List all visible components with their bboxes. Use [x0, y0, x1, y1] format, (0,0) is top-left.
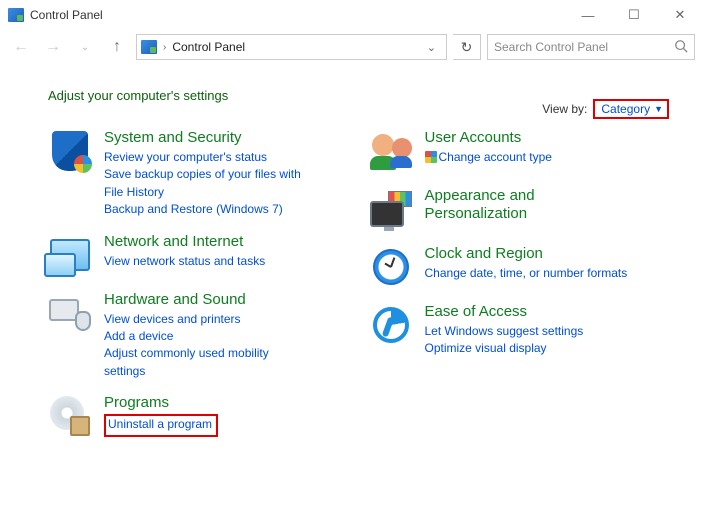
link-uninstall-program[interactable]: Uninstall a program [108, 416, 212, 433]
category-link-system-security[interactable]: System and Security [104, 129, 242, 146]
search-input[interactable] [494, 40, 674, 54]
link-add-device[interactable]: Add a device [104, 328, 304, 345]
clock-icon [369, 245, 413, 289]
maximize-button[interactable]: ☐ [611, 0, 657, 30]
titlebar: Control Panel — ☐ ✕ [0, 0, 703, 30]
navigation-row: ← → ⌄ ↑ › Control Panel ⌄ ↻ [0, 30, 703, 64]
link-suggest-settings[interactable]: Let Windows suggest settings [425, 323, 584, 340]
ease-of-access-icon [369, 303, 413, 347]
address-bar[interactable]: › Control Panel ⌄ [136, 34, 447, 60]
control-panel-icon [8, 8, 24, 22]
minimize-button[interactable]: — [565, 0, 611, 30]
refresh-button[interactable]: ↻ [453, 34, 481, 60]
viewby-value: Category [601, 102, 650, 116]
up-button[interactable]: ↑ [104, 34, 130, 60]
control-panel-icon [141, 40, 157, 54]
link-file-history[interactable]: Save backup copies of your files with Fi… [104, 166, 314, 201]
link-devices-printers[interactable]: View devices and printers [104, 311, 304, 328]
programs-icon [48, 394, 92, 438]
link-date-time-formats[interactable]: Change date, time, or number formats [425, 265, 628, 282]
category-hardware-sound: Hardware and Sound View devices and prin… [48, 291, 349, 381]
category-link-user-accounts[interactable]: User Accounts [425, 129, 522, 146]
chevron-down-icon: ▼ [654, 104, 663, 114]
appearance-icon [369, 187, 413, 231]
hardware-icon [48, 291, 92, 335]
window-title: Control Panel [30, 8, 103, 22]
recent-dropdown[interactable]: ⌄ [72, 34, 98, 60]
category-link-network[interactable]: Network and Internet [104, 233, 243, 250]
category-system-security: System and Security Review your computer… [48, 129, 349, 219]
link-optimize-visual[interactable]: Optimize visual display [425, 340, 584, 357]
forward-button[interactable]: → [40, 34, 66, 60]
right-column: User Accounts Change account type Appear… [369, 129, 670, 452]
category-link-clock[interactable]: Clock and Region [425, 245, 543, 262]
link-backup-restore[interactable]: Backup and Restore (Windows 7) [104, 201, 314, 218]
category-appearance: Appearance and Personalization [369, 187, 670, 231]
category-link-appearance[interactable]: Appearance and Personalization [425, 187, 535, 222]
category-link-programs[interactable]: Programs [104, 394, 169, 411]
shield-icon [48, 129, 92, 173]
category-link-ease[interactable]: Ease of Access [425, 303, 528, 320]
link-mobility-settings[interactable]: Adjust commonly used mobility settings [104, 345, 304, 380]
back-button[interactable]: ← [8, 34, 34, 60]
page-title: Adjust your computer's settings [48, 88, 228, 103]
category-programs: Programs Uninstall a program [48, 394, 349, 438]
breadcrumb-separator-icon: › [163, 42, 166, 53]
category-user-accounts: User Accounts Change account type [369, 129, 670, 173]
category-network-internet: Network and Internet View network status… [48, 233, 349, 277]
uac-shield-icon [425, 151, 437, 163]
users-icon [369, 129, 413, 173]
link-change-account-type[interactable]: Change account type [425, 149, 552, 166]
category-clock-region: Clock and Region Change date, time, or n… [369, 245, 670, 289]
search-icon [674, 39, 688, 56]
search-box[interactable] [487, 34, 695, 60]
category-ease-of-access: Ease of Access Let Windows suggest setti… [369, 303, 670, 358]
viewby-dropdown[interactable]: Category ▼ [593, 99, 669, 119]
viewby-label: View by: [542, 102, 587, 116]
close-button[interactable]: ✕ [657, 0, 703, 30]
category-link-hardware[interactable]: Hardware and Sound [104, 291, 246, 308]
link-review-status[interactable]: Review your computer's status [104, 149, 314, 166]
network-icon [48, 233, 92, 277]
chevron-down-icon[interactable]: ⌄ [421, 41, 442, 54]
breadcrumb[interactable]: Control Panel [172, 40, 414, 54]
link-network-status[interactable]: View network status and tasks [104, 253, 265, 270]
left-column: System and Security Review your computer… [48, 129, 349, 452]
